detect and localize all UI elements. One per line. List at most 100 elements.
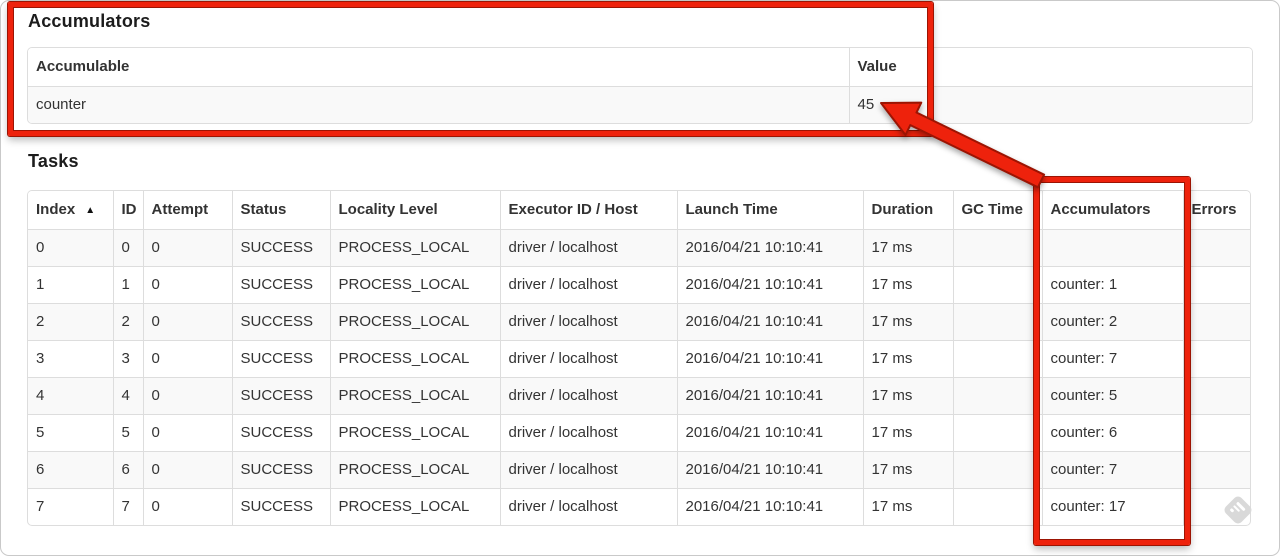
tasks-table-header-row: Index ▲ ID Attempt Status Locality Level … <box>28 191 1250 229</box>
task-cell-status: SUCCESS <box>231 450 330 488</box>
task-cell-id: 3 <box>112 339 143 377</box>
task-row: 3 3 0 SUCCESS PROCESS_LOCAL driver / localhos… <box>28 339 1250 377</box>
task-cell-errors <box>1182 265 1250 303</box>
task-cell-attempt: 0 <box>142 339 232 377</box>
task-cell-duration: 17 ms <box>862 413 953 451</box>
task-row: 2 2 0 SUCCESS PROCESS_LOCAL driver / localhos… <box>28 302 1250 340</box>
task-cell-gc-time <box>952 228 1042 266</box>
task-row: 7 7 0 SUCCESS PROCESS_LOCAL driver / localhos… <box>28 487 1250 525</box>
task-cell-duration: 17 ms <box>862 228 953 266</box>
task-cell-id: 7 <box>112 487 143 525</box>
task-cell-status: SUCCESS <box>231 339 330 377</box>
task-cell-launch-time: 2016/04/21 10:10:41 <box>676 302 863 340</box>
tasks-section-title: Tasks <box>28 151 79 171</box>
task-cell-errors <box>1182 450 1250 488</box>
task-cell-launch-time: 2016/04/21 10:10:41 <box>676 265 863 303</box>
accumulable-column-header: Accumulable <box>28 48 849 86</box>
task-cell-gc-time <box>952 413 1042 451</box>
launch-time-column-header[interactable]: Launch Time <box>676 191 863 229</box>
task-cell-locality-level: PROCESS_LOCAL <box>329 265 500 303</box>
index-column-header[interactable]: Index ▲ <box>28 191 113 229</box>
task-cell-gc-time <box>952 302 1042 340</box>
task-cell-index: 2 <box>28 302 113 340</box>
task-cell-status: SUCCESS <box>231 487 330 525</box>
status-column-header[interactable]: Status <box>231 191 330 229</box>
task-cell-attempt: 0 <box>142 228 232 266</box>
task-cell-accumulators: counter: 6 <box>1041 413 1183 451</box>
task-cell-id: 2 <box>112 302 143 340</box>
task-row: 0 0 0 SUCCESS PROCESS_LOCAL driver / localhos… <box>28 228 1250 266</box>
tasks-table-body: 0 0 0 SUCCESS PROCESS_LOCAL driver / localhos… <box>28 228 1250 525</box>
task-cell-index: 0 <box>28 228 113 266</box>
task-cell-id: 1 <box>112 265 143 303</box>
task-cell-accumulators <box>1041 228 1183 266</box>
executor-id-host-column-header[interactable]: Executor ID / Host <box>499 191 677 229</box>
task-cell-index: 3 <box>28 339 113 377</box>
task-cell-accumulators: counter: 7 <box>1041 339 1183 377</box>
task-cell-attempt: 0 <box>142 450 232 488</box>
task-cell-executor-id-host: driver / localhost <box>499 413 677 451</box>
task-cell-index: 5 <box>28 413 113 451</box>
task-cell-executor-id-host: driver / localhost <box>499 228 677 266</box>
accumulators-section-title: Accumulators <box>28 11 151 31</box>
task-cell-locality-level: PROCESS_LOCAL <box>329 413 500 451</box>
sort-asc-icon: ▲ <box>85 205 96 217</box>
task-cell-launch-time: 2016/04/21 10:10:41 <box>676 228 863 266</box>
task-cell-index: 4 <box>28 376 113 414</box>
gc-time-column-header[interactable]: GC Time <box>952 191 1042 229</box>
task-cell-id: 4 <box>112 376 143 414</box>
task-cell-accumulators: counter: 5 <box>1041 376 1183 414</box>
task-cell-launch-time: 2016/04/21 10:10:41 <box>676 413 863 451</box>
task-cell-status: SUCCESS <box>231 302 330 340</box>
task-cell-status: SUCCESS <box>231 376 330 414</box>
task-cell-errors <box>1182 339 1250 377</box>
task-cell-gc-time <box>952 339 1042 377</box>
accumulable-name-cell: counter <box>28 85 849 123</box>
duration-column-header[interactable]: Duration <box>862 191 953 229</box>
task-cell-errors <box>1182 376 1250 414</box>
task-cell-locality-level: PROCESS_LOCAL <box>329 376 500 414</box>
locality-level-column-header[interactable]: Locality Level <box>329 191 500 229</box>
tasks-table: Index ▲ ID Attempt Status Locality Level … <box>27 190 1251 526</box>
accumulators-table-header-row: Accumulable Value <box>28 48 1252 86</box>
errors-column-header[interactable]: Errors <box>1182 191 1250 229</box>
task-cell-locality-level: PROCESS_LOCAL <box>329 339 500 377</box>
task-cell-launch-time: 2016/04/21 10:10:41 <box>676 487 863 525</box>
task-cell-accumulators: counter: 1 <box>1041 265 1183 303</box>
task-row: 1 1 0 SUCCESS PROCESS_LOCAL driver / localhos… <box>28 265 1250 303</box>
task-cell-launch-time: 2016/04/21 10:10:41 <box>676 376 863 414</box>
task-cell-errors <box>1182 228 1250 266</box>
task-row: 5 5 0 SUCCESS PROCESS_LOCAL driver / localhos… <box>28 413 1250 451</box>
task-cell-attempt: 0 <box>142 376 232 414</box>
task-cell-status: SUCCESS <box>231 413 330 451</box>
task-cell-duration: 17 ms <box>862 450 953 488</box>
task-cell-gc-time <box>952 376 1042 414</box>
task-cell-gc-time <box>952 265 1042 303</box>
value-column-header: Value <box>848 48 1252 86</box>
id-column-header[interactable]: ID <box>112 191 143 229</box>
accumulators-table: Accumulable Value counter 45 <box>27 47 1253 124</box>
task-cell-id: 5 <box>112 413 143 451</box>
accumulators-column-header[interactable]: Accumulators <box>1041 191 1183 229</box>
watermark-stripe <box>1229 508 1235 513</box>
task-cell-attempt: 0 <box>142 413 232 451</box>
task-cell-launch-time: 2016/04/21 10:10:41 <box>676 450 863 488</box>
task-cell-id: 6 <box>112 450 143 488</box>
task-cell-gc-time <box>952 450 1042 488</box>
task-cell-duration: 17 ms <box>862 376 953 414</box>
task-cell-accumulators: counter: 2 <box>1041 302 1183 340</box>
task-cell-launch-time: 2016/04/21 10:10:41 <box>676 339 863 377</box>
task-cell-attempt: 0 <box>142 265 232 303</box>
task-cell-accumulators: counter: 17 <box>1041 487 1183 525</box>
task-cell-executor-id-host: driver / localhost <box>499 265 677 303</box>
task-cell-locality-level: PROCESS_LOCAL <box>329 487 500 525</box>
task-cell-index: 1 <box>28 265 113 303</box>
attempt-column-header[interactable]: Attempt <box>142 191 232 229</box>
task-cell-gc-time <box>952 487 1042 525</box>
task-cell-duration: 17 ms <box>862 487 953 525</box>
task-row: 6 6 0 SUCCESS PROCESS_LOCAL driver / localhos… <box>28 450 1250 488</box>
task-cell-executor-id-host: driver / localhost <box>499 487 677 525</box>
task-cell-errors <box>1182 413 1250 451</box>
task-cell-locality-level: PROCESS_LOCAL <box>329 302 500 340</box>
task-cell-status: SUCCESS <box>231 228 330 266</box>
